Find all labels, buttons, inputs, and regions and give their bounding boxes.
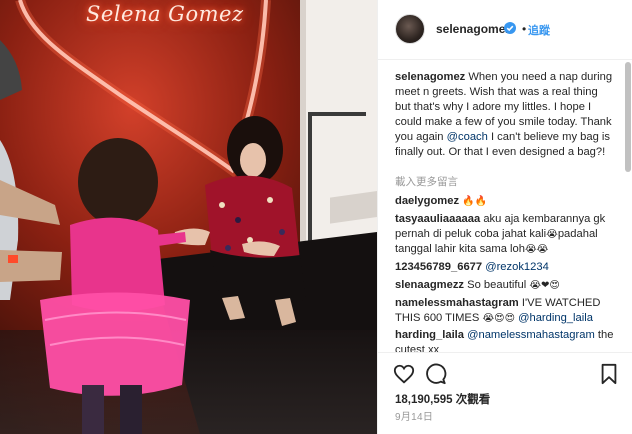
comments-list[interactable]: selenagomez When you need a nap during m… <box>378 60 632 352</box>
post-header: selenagomez • 追蹤 <box>378 0 632 60</box>
comment-username[interactable]: namelessmahastagram <box>395 297 519 309</box>
comment-icon[interactable] <box>425 363 447 385</box>
post-media[interactable]: Selena Gomez <box>0 0 377 434</box>
comment-emoji: 😭😍😍 <box>482 313 516 324</box>
comment-username[interactable]: tasyaauliaaaaaa <box>395 213 480 225</box>
comment-mention[interactable]: @harding_laila <box>518 312 593 324</box>
photo-illustration <box>0 0 377 434</box>
comment-item: slenaagmezz So beautiful 😭❤😍 <box>395 278 617 293</box>
comment-emoji: 😭 <box>546 229 558 240</box>
bookmark-icon[interactable] <box>598 363 620 385</box>
load-more-comments-link[interactable]: 載入更多留言 <box>395 174 458 189</box>
comment-username[interactable]: harding_laila <box>395 329 464 341</box>
comment-text: So beautiful <box>464 279 527 291</box>
post-side-panel: selenagomez • 追蹤 selenagomez When you ne… <box>377 0 632 434</box>
caption-mention[interactable]: @coach <box>447 131 488 143</box>
caption-username[interactable]: selenagomez <box>395 71 465 83</box>
comment-emoji: 🔥🔥 <box>462 196 488 207</box>
comment-item: harding_laila @namelessmahastagram the c… <box>395 328 617 352</box>
comment-username[interactable]: slenaagmezz <box>395 279 464 291</box>
comments-scrollbar[interactable] <box>625 62 631 350</box>
post-date[interactable]: 9月14日 <box>395 408 433 423</box>
comment-item: tasyaauliaaaaaa aku aja kembarannya gk p… <box>395 212 617 257</box>
heart-icon[interactable] <box>393 363 415 385</box>
comment-username[interactable]: daelygomez <box>395 195 459 207</box>
neon-sign-text: Selena Gomez <box>86 2 244 26</box>
post-actions: 18,190,595 次觀看 9月14日 <box>378 352 632 434</box>
avatar[interactable] <box>395 14 425 44</box>
comment-item: 123456789_6677 @rezok1234 <box>395 260 617 275</box>
header-username[interactable]: selenagomez <box>436 22 511 36</box>
scrollbar-thumb[interactable] <box>625 62 631 172</box>
comment-username[interactable]: 123456789_6677 <box>395 261 482 273</box>
view-count[interactable]: 18,190,595 次觀看 <box>395 391 490 407</box>
comment-item: namelessmahastagram I'VE WATCHED THIS 60… <box>395 296 617 326</box>
comment-emoji: 😭😭 <box>524 244 549 255</box>
comment-mention[interactable]: @namelessmahastagram <box>467 329 595 341</box>
comment-emoji: 😭❤😍 <box>529 280 560 291</box>
comment-item: daelygomez 🔥🔥 <box>395 194 617 209</box>
verified-badge-icon <box>504 22 516 34</box>
follow-button[interactable]: 追蹤 <box>528 22 550 38</box>
post-caption: selenagomez When you need a nap during m… <box>395 70 613 160</box>
header-separator: • <box>522 22 527 36</box>
comment-mention[interactable]: @rezok1234 <box>485 261 549 273</box>
